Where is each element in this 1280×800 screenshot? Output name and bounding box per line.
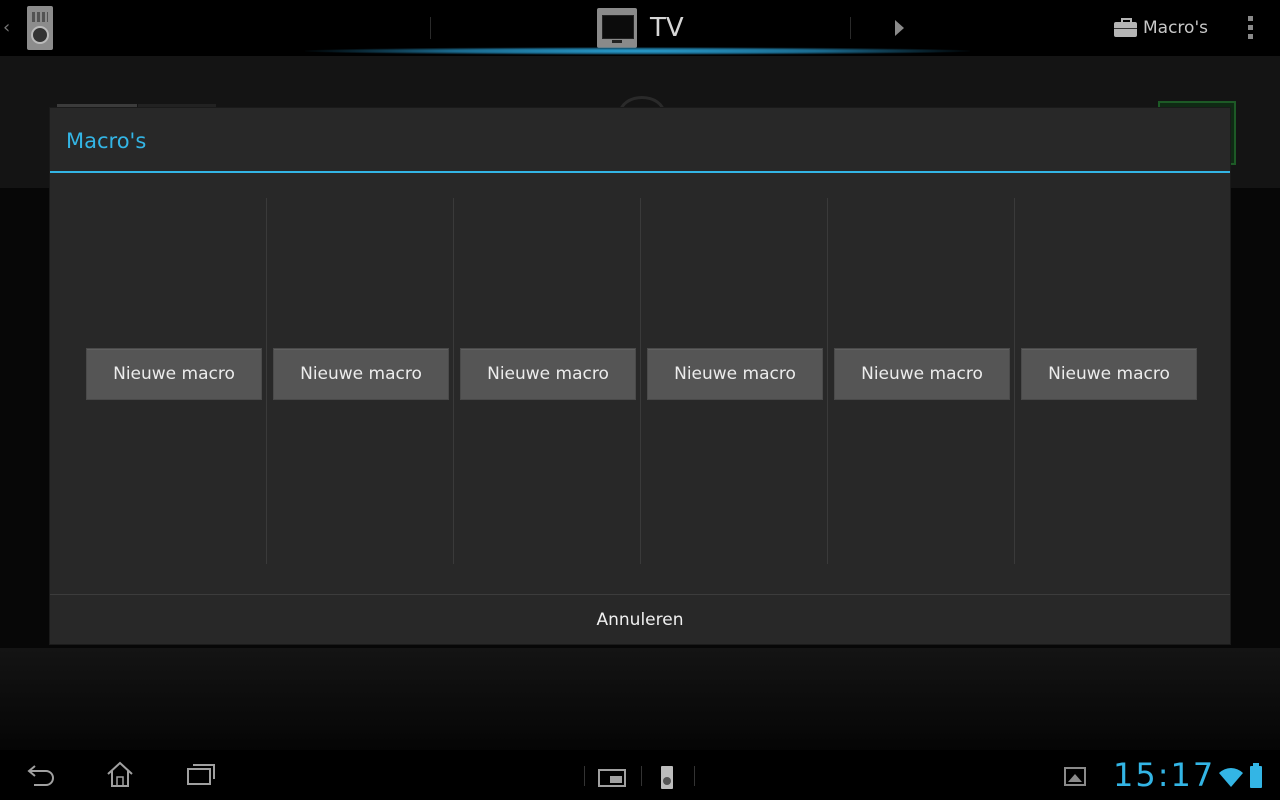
background-footer [0,648,1280,750]
macro-slots: Nieuwe macro Nieuwe macro Nieuwe macro N… [80,198,1201,564]
macros-button-label: Macro's [1143,18,1208,38]
back-icon[interactable] [26,762,56,786]
toolbox-icon [1114,17,1137,37]
new-macro-button[interactable]: Nieuwe macro [834,348,1010,400]
tv-screen-graphic [602,15,634,39]
battery-icon[interactable] [1250,763,1262,788]
action-bar-divider [850,17,851,39]
action-bar-divider [430,17,431,39]
home-icon[interactable] [105,760,135,788]
overflow-menu-icon[interactable] [1248,16,1254,42]
macro-slot: Nieuwe macro [1015,198,1201,564]
gallery-icon[interactable] [1064,767,1086,786]
new-macro-button[interactable]: Nieuwe macro [1021,348,1197,400]
macros-button[interactable]: Macro's [1114,16,1208,40]
action-bar: ‹ TV Macro's [0,0,1280,56]
wifi-icon[interactable] [1218,766,1244,788]
dialog-title: Macro's [66,129,147,153]
macro-slot: Nieuwe macro [641,198,828,564]
remote-notification-icon[interactable] [661,766,673,789]
new-macro-button[interactable]: Nieuwe macro [647,348,823,400]
chevron-left-icon[interactable]: ‹ [3,18,13,38]
system-bar-divider [584,766,585,786]
macros-dialog: Macro's Nieuwe macro Nieuwe macro Nieuwe… [50,108,1230,644]
macro-slot: Nieuwe macro [80,198,267,564]
new-macro-button[interactable]: Nieuwe macro [86,348,262,400]
macro-slot: Nieuwe macro [454,198,641,564]
new-macro-button[interactable]: Nieuwe macro [460,348,636,400]
play-arrow-icon[interactable] [895,20,904,36]
remote-dial-graphic [31,26,49,44]
remote-keys-graphic [32,12,48,22]
tv-stand-graphic [612,40,622,43]
device-title[interactable]: TV [650,11,684,45]
active-tab-glow [305,47,970,55]
screenshot-icon[interactable] [598,769,626,787]
system-bar-divider [641,766,642,786]
recent-apps-icon[interactable] [186,762,216,786]
macro-slot: Nieuwe macro [267,198,454,564]
dialog-title-divider [50,171,1230,173]
cancel-button[interactable]: Annuleren [50,595,1230,644]
new-macro-button[interactable]: Nieuwe macro [273,348,449,400]
clock[interactable]: 15:17 [1113,755,1215,795]
remote-app-icon[interactable] [27,6,53,50]
macro-slot: Nieuwe macro [828,198,1015,564]
system-bar-divider [694,766,695,786]
tv-icon[interactable] [597,8,637,48]
system-bar: 15:17 [0,750,1280,800]
